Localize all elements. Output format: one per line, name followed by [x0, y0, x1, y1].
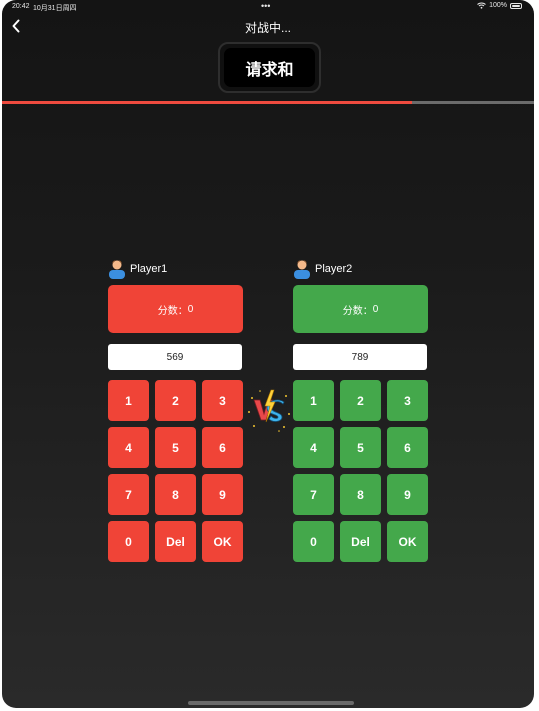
- player1-score-label: 分数：: [157, 305, 188, 317]
- status-right: 100%: [477, 2, 522, 9]
- page-title: 对战中...: [244, 21, 291, 35]
- player2-key-3[interactable]: 3: [387, 380, 428, 421]
- player2-key-2[interactable]: 2: [340, 380, 381, 421]
- player1-number-input[interactable]: 569: [108, 344, 242, 370]
- player2-score-box: 分数： 0: [293, 285, 428, 333]
- status-bar: 20:42 10月31日周四 ••• 100%: [2, 0, 534, 14]
- player2-key-0[interactable]: 0: [293, 521, 334, 562]
- player2-key-7[interactable]: 7: [293, 474, 334, 515]
- multitasking-dots[interactable]: •••: [261, 1, 270, 11]
- player1-key-del[interactable]: Del: [155, 521, 196, 562]
- wifi-icon: [477, 2, 486, 9]
- timer-progress-bar: [2, 101, 534, 104]
- player2-score-value: 0: [372, 303, 379, 315]
- battery-percent: 100%: [489, 2, 507, 9]
- request-draw-label: 请求和: [245, 61, 294, 79]
- player2-name: Player2: [315, 263, 353, 275]
- player1-key-8[interactable]: 8: [155, 474, 196, 515]
- player2-number-input[interactable]: 789: [293, 344, 427, 370]
- player1-key-ok[interactable]: OK: [202, 521, 243, 562]
- player1-key-9[interactable]: 9: [202, 474, 243, 515]
- player2-key-8[interactable]: 8: [340, 474, 381, 515]
- player1-key-1[interactable]: 1: [108, 380, 149, 421]
- player1-score-value: 0: [187, 303, 194, 315]
- player1-key-0[interactable]: 0: [108, 521, 149, 562]
- request-draw-button[interactable]: 请求和: [218, 42, 321, 93]
- player2-keypad: 1 2 3 4 5 6 7 8 9 0 Del OK: [293, 380, 428, 562]
- player1-name: Player1: [130, 263, 168, 275]
- player2-key-1[interactable]: 1: [293, 380, 334, 421]
- player2-panel: Player2 分数： 0 789 1 2 3 4 5 6 7 8 9 0 Del…: [293, 258, 433, 562]
- player1-key-2[interactable]: 2: [155, 380, 196, 421]
- vs-icon: [248, 389, 290, 432]
- player1-key-4[interactable]: 4: [108, 427, 149, 468]
- battery-icon: [510, 2, 522, 9]
- player1-score-box: 分数： 0: [108, 285, 243, 333]
- player2-header: Player2: [293, 258, 433, 280]
- player2-key-4[interactable]: 4: [293, 427, 334, 468]
- player1-key-3[interactable]: 3: [202, 380, 243, 421]
- player2-avatar-icon: [294, 260, 310, 279]
- status-date: 10月31日周四: [33, 5, 77, 12]
- status-time: 20:42: [12, 3, 30, 10]
- player1-key-6[interactable]: 6: [202, 427, 243, 468]
- player2-key-6[interactable]: 6: [387, 427, 428, 468]
- player1-key-5[interactable]: 5: [155, 427, 196, 468]
- player1-header: Player1: [108, 258, 248, 280]
- player2-key-del[interactable]: Del: [340, 521, 381, 562]
- player1-panel: Player1 分数： 0 569 1 2 3 4 5 6 7 8 9 0 Del…: [108, 258, 248, 562]
- player2-score-label: 分数：: [342, 305, 373, 317]
- player1-key-7[interactable]: 7: [108, 474, 149, 515]
- timer-progress-fill: [2, 101, 412, 104]
- player1-avatar-icon: [109, 260, 125, 279]
- app-screen: 20:42 10月31日周四 ••• 100% 对战中... 请求和 Playe…: [2, 0, 534, 708]
- player2-key-ok[interactable]: OK: [387, 521, 428, 562]
- player1-keypad: 1 2 3 4 5 6 7 8 9 0 Del OK: [108, 380, 243, 562]
- player2-key-9[interactable]: 9: [387, 474, 428, 515]
- player2-key-5[interactable]: 5: [340, 427, 381, 468]
- home-indicator[interactable]: [188, 701, 354, 705]
